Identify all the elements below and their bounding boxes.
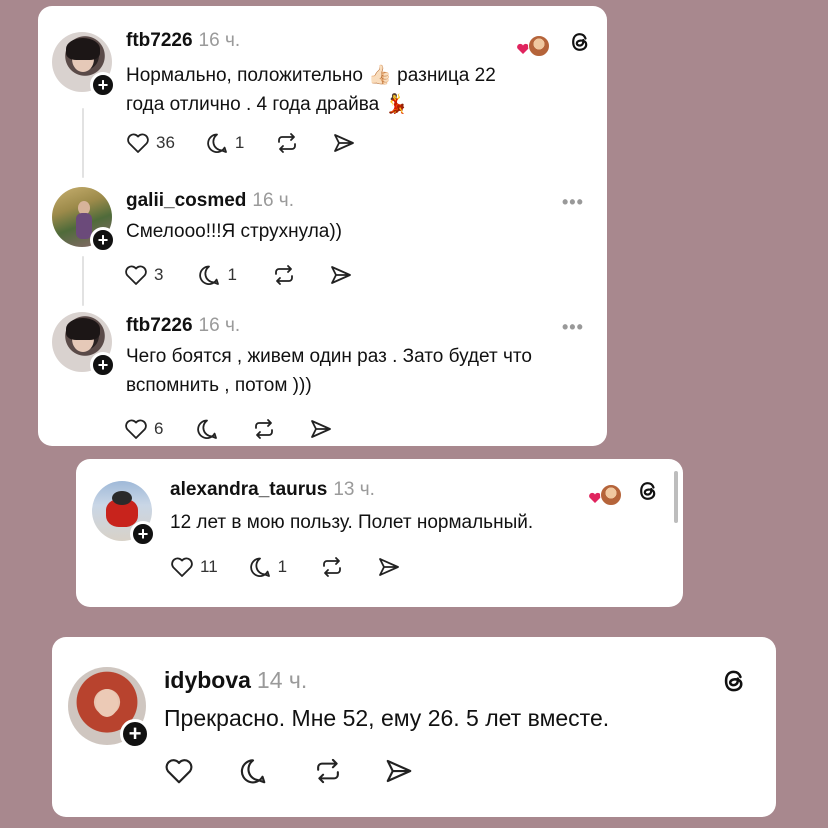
send-icon bbox=[386, 759, 412, 783]
repost-icon bbox=[278, 133, 297, 153]
timestamp: 16 ч. bbox=[198, 315, 241, 336]
follow-plus-icon[interactable]: + bbox=[120, 719, 150, 749]
repost-button[interactable] bbox=[271, 264, 297, 286]
comment-card: + alexandra_taurus 13 ч. 12 лет в мою пол… bbox=[76, 459, 683, 607]
reply-button[interactable] bbox=[238, 757, 268, 785]
heart-icon bbox=[165, 759, 193, 784]
repost-button[interactable] bbox=[312, 757, 344, 785]
heart-icon bbox=[125, 419, 147, 439]
username[interactable]: ftb7226 bbox=[126, 30, 193, 51]
share-button[interactable] bbox=[377, 556, 401, 578]
share-button[interactable] bbox=[332, 132, 356, 154]
follow-plus-icon[interactable]: + bbox=[130, 521, 156, 547]
avatar[interactable]: + bbox=[52, 32, 116, 98]
repost-icon bbox=[255, 419, 274, 439]
send-icon bbox=[331, 266, 351, 284]
heart-icon bbox=[125, 265, 147, 285]
timestamp: 13 ч. bbox=[333, 479, 375, 500]
comment-text: 12 лет в мою пользу. Полет нормальный. bbox=[170, 512, 534, 533]
timestamp: 14 ч. bbox=[256, 667, 308, 693]
comment-thread-card: + ftb7226 16 ч. Нормально, положительно 👍… bbox=[38, 6, 607, 446]
share-button[interactable] bbox=[329, 264, 353, 286]
like-button[interactable] bbox=[164, 757, 194, 785]
repost-button[interactable] bbox=[251, 418, 277, 440]
more-options-button[interactable]: ••• bbox=[562, 192, 584, 213]
send-icon bbox=[334, 134, 355, 152]
repost-icon bbox=[275, 265, 293, 285]
comment-post: + ftb7226 16 ч. ••• Чего боятся , живем о… bbox=[38, 291, 607, 446]
avatar[interactable]: + bbox=[92, 481, 156, 547]
username[interactable]: ftb7226 bbox=[126, 315, 193, 336]
reply-button[interactable]: 1 bbox=[205, 132, 244, 154]
comment-post: + ftb7226 16 ч. Нормально, положительно 👍… bbox=[38, 6, 607, 166]
comment-icon bbox=[199, 265, 220, 285]
follow-plus-icon[interactable]: + bbox=[90, 227, 116, 253]
comment-text: Прекрасно. Мне 52, ему 26. 5 лет вместе. bbox=[164, 705, 610, 731]
threads-logo-icon[interactable] bbox=[568, 30, 592, 59]
comment-icon bbox=[207, 133, 227, 153]
username[interactable]: alexandra_taurus bbox=[170, 479, 327, 500]
comment-text: года отлично . 4 года драйва 💃 bbox=[126, 93, 409, 115]
share-button[interactable] bbox=[309, 418, 333, 440]
comment-icon bbox=[249, 557, 270, 577]
repost-button[interactable] bbox=[274, 132, 300, 154]
comment-post: + galii_cosmed 16 ч. ••• Смелооо!!!Я стру… bbox=[38, 166, 607, 301]
comment-text: Смелооо!!!Я струхнула)) bbox=[126, 221, 342, 242]
share-button[interactable] bbox=[384, 757, 414, 785]
reply-button[interactable]: 1 bbox=[197, 264, 237, 286]
like-button[interactable]: 11 bbox=[170, 556, 218, 578]
follow-plus-icon[interactable]: + bbox=[90, 72, 116, 98]
heart-icon bbox=[171, 557, 193, 577]
threads-logo-icon[interactable] bbox=[636, 479, 660, 508]
avatar[interactable]: + bbox=[52, 187, 116, 253]
more-options-button[interactable]: ••• bbox=[562, 317, 584, 338]
heart-icon bbox=[127, 133, 149, 153]
reply-button[interactable]: 1 bbox=[248, 556, 287, 578]
like-button[interactable]: 6 bbox=[124, 418, 163, 440]
threads-logo-icon[interactable] bbox=[720, 667, 748, 700]
like-button[interactable]: 3 bbox=[124, 264, 163, 286]
username[interactable]: idybova bbox=[164, 667, 251, 693]
comment-text: Чего боятся , живем один раз . Зато буде… bbox=[126, 346, 532, 367]
reply-count: 1 bbox=[227, 265, 237, 284]
timestamp: 16 ч. bbox=[198, 30, 241, 51]
repost-icon bbox=[323, 557, 342, 577]
reply-count: 1 bbox=[234, 133, 245, 152]
comment-text: Нормально, положительно 👍🏻 разница 22 bbox=[126, 65, 496, 86]
like-count: 3 bbox=[154, 265, 164, 284]
like-count: 6 bbox=[154, 419, 164, 438]
comment-card: + idybova 14 ч. Прекрасно. Мне 52, ему 26… bbox=[52, 637, 776, 817]
reply-count: 1 bbox=[277, 557, 288, 576]
comment-icon bbox=[240, 759, 266, 784]
send-icon bbox=[311, 420, 332, 438]
scrollbar[interactable] bbox=[674, 471, 678, 523]
repost-button[interactable] bbox=[319, 556, 345, 578]
avatar[interactable]: + bbox=[52, 312, 116, 378]
reply-button[interactable] bbox=[195, 418, 219, 440]
timestamp: 16 ч. bbox=[252, 190, 294, 211]
like-count: 36 bbox=[156, 133, 175, 152]
comment-icon bbox=[197, 419, 218, 439]
send-icon bbox=[379, 558, 400, 576]
like-button[interactable]: 36 bbox=[126, 132, 175, 154]
liked-by-author-icon bbox=[516, 33, 550, 57]
like-count: 11 bbox=[200, 557, 218, 576]
follow-plus-icon[interactable]: + bbox=[90, 352, 116, 378]
repost-icon bbox=[317, 758, 339, 784]
comment-text: вспомнить , потом ))) bbox=[126, 374, 312, 396]
username[interactable]: galii_cosmed bbox=[126, 190, 246, 211]
avatar[interactable]: + bbox=[68, 667, 150, 749]
liked-by-author-icon bbox=[588, 482, 622, 506]
